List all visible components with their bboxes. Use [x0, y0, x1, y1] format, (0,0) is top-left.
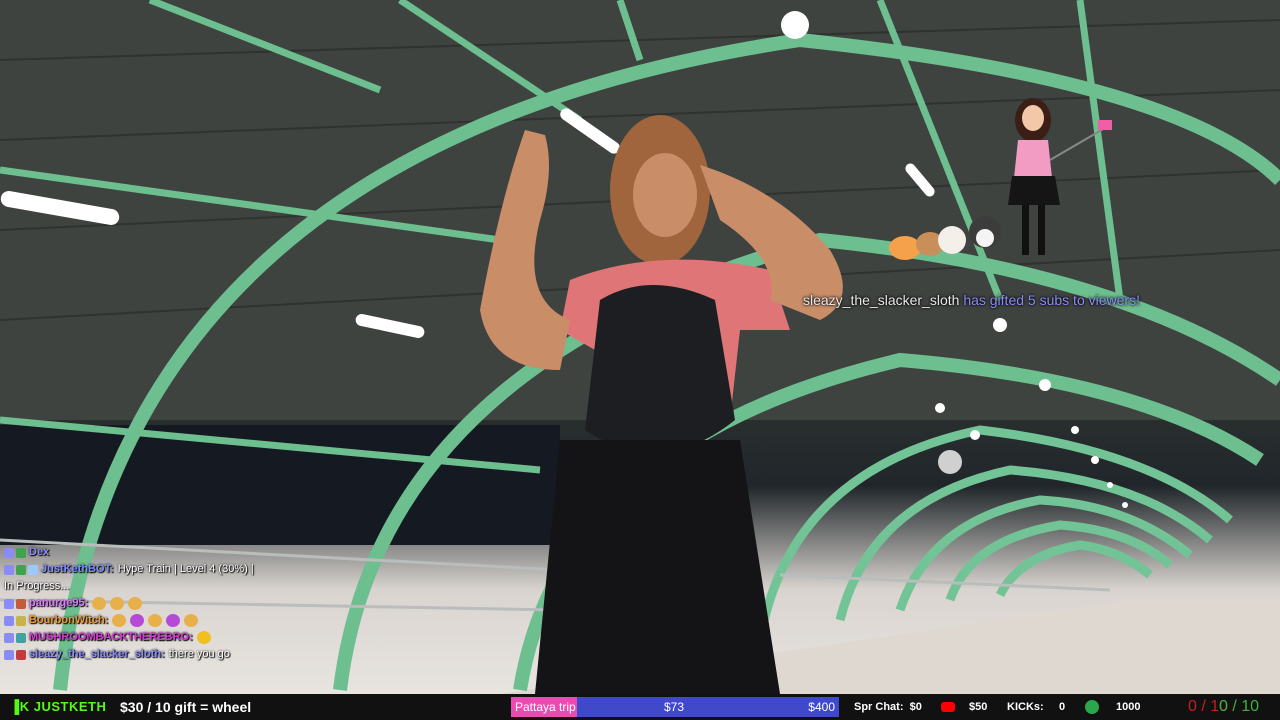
- channel-logo: ▐K JUSTKETH: [10, 699, 107, 714]
- alert-username: sleazy_the_slacker_sloth: [803, 292, 960, 308]
- kicks-goal: 1000: [1116, 701, 1141, 713]
- goal-name: Pattaya trip: [515, 700, 576, 714]
- youtube-icon: [941, 702, 955, 712]
- chat-line: MUSHROOMBACKTHEREBRO:: [0, 629, 300, 646]
- chat-text: there you go: [168, 648, 230, 660]
- trip-goal-progress: Pattaya trip $73 $400: [511, 697, 839, 717]
- chat-username: panurge95:: [29, 597, 89, 609]
- chat-text: In Progress...: [4, 580, 70, 592]
- chat-line: In Progress...: [0, 578, 300, 595]
- chat-line: BourbonWitch:: [0, 612, 300, 629]
- chat-username: MUSHROOMBACKTHEREBRO:: [29, 631, 193, 643]
- stream-video: sleazy_the_slacker_sloth has gifted 5 su…: [0, 0, 1280, 694]
- youtube-value: $50: [969, 701, 988, 713]
- chat-overlay: Dex JustKethBOT: Hype Train | Level 4 (3…: [0, 544, 300, 663]
- chat-username: BourbonWitch:: [29, 614, 109, 626]
- chat-username: Dex: [29, 546, 50, 558]
- chat-username: sleazy_the_slacker_sloth:: [29, 648, 165, 660]
- chat-line: sleazy_the_slacker_sloth: there you go: [0, 646, 300, 663]
- sub-gift-alert: sleazy_the_slacker_sloth has gifted 5 su…: [803, 292, 1140, 308]
- kicks-goal-icon: [1085, 700, 1099, 714]
- alert-message: has gifted 5 subs to viewers!: [963, 292, 1140, 308]
- kicks-counter: KICKs: 0: [1007, 701, 1066, 713]
- counter-green: 0 / 10: [1219, 698, 1260, 715]
- chat-line: panurge95:: [0, 595, 300, 612]
- chat-username: JustKethBOT:: [41, 563, 114, 575]
- chat-text: Hype Train | Level 4 (30%) |: [117, 563, 254, 575]
- gift-goal-text: $30 / 10 gift = wheel: [120, 699, 252, 715]
- spr-chat: Spr Chat: $0: [854, 701, 922, 713]
- chat-line: Dex: [0, 544, 300, 561]
- chat-line: JustKethBOT: Hype Train | Level 4 (30%) …: [0, 561, 300, 578]
- goal-current: $73: [664, 700, 685, 714]
- goal-target: $400: [808, 700, 835, 714]
- stream-info-bar: ▐K JUSTKETH $30 / 10 gift = wheel Pattay…: [0, 694, 1280, 720]
